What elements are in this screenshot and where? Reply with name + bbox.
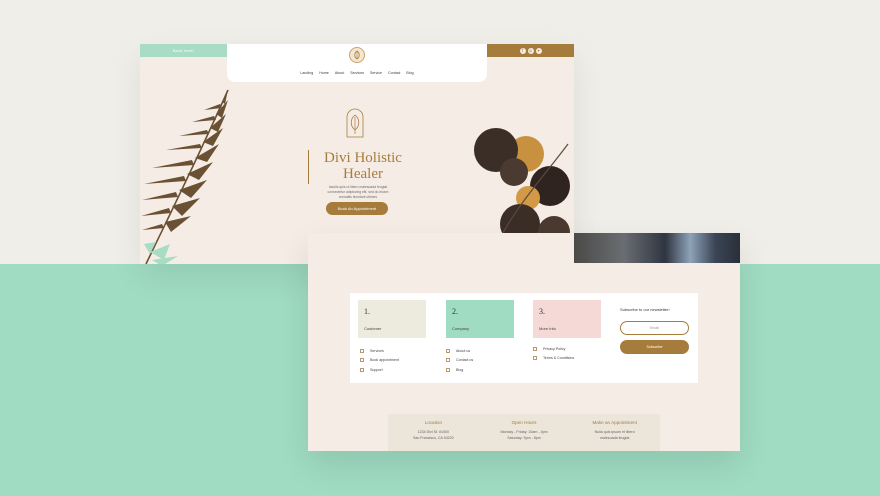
open-hours-column: Open Hours Monday - Friday: 10am - 4pm S… [479,414,570,451]
link-label: Book appointment [370,358,399,363]
info-heading[interactable]: Make an Appointment [569,420,660,425]
fern-illustration [141,89,229,264]
instagram-icon[interactable]: ◎ [527,47,534,54]
appointment-column: Make an Appointment Nulla quis ipsum et … [569,414,660,451]
customer-links: Services Book appointment Support [360,346,399,375]
nav-item-services[interactable]: Services [350,71,364,75]
info-line: Saturday: 9pm - 8pm [507,435,541,440]
book-appointment-button[interactable]: Book An Appointment [326,202,388,215]
link-label: Privacy Policy [543,346,566,351]
nav-item-home[interactable]: Home [319,71,329,75]
footer-panel: 1. Customer Services Book appointment Su… [350,293,698,383]
link-label: Support [370,367,383,372]
book-here-link[interactable]: Book here! [173,48,194,53]
link-privacy-policy[interactable]: Privacy Policy [533,344,574,354]
nav-item-about[interactable]: About [335,71,344,75]
link-services[interactable]: Services [360,346,399,356]
more-info-box: 3. More Info [533,300,601,338]
checkbox-icon [360,348,364,353]
link-blog[interactable]: Blog [446,365,473,375]
twitter-icon[interactable]: ✦ [535,47,542,54]
info-line: San Francisco, CA 94220 [412,435,454,440]
crystals-image-strip [574,233,740,263]
info-heading: Open Hours [511,420,537,425]
company-links: About us Contact us Blog [446,346,473,375]
info-bar: Location 1234 Divi St. #1000 San Francis… [388,414,660,451]
checkbox-icon [360,358,364,363]
checkbox-icon [446,367,450,372]
navigation-header: Landing Home About Services Service Cont… [227,44,487,82]
subscribe-label: Subscribe [646,345,663,349]
column-label: More Info [539,326,556,331]
hero-title-line-2: Healer [343,166,383,182]
column-number: 1. [364,307,370,316]
column-number: 3. [539,307,545,316]
link-label: About us [456,348,471,353]
social-bar: f ◎ ✦ [487,44,574,57]
checkbox-icon [533,346,537,351]
site-logo[interactable] [349,47,365,63]
email-placeholder: Email [650,326,659,330]
checkbox-icon [446,348,450,353]
hero-description: Iaculis quis ut libero malesuada feugiat… [298,185,418,200]
hero-page-preview: Book here! f ◎ ✦ Landing Home About Serv… [140,44,574,264]
checkbox-icon [360,367,364,372]
hero-logo-icon [346,108,364,138]
nav-item-contact[interactable]: Contact [388,71,400,75]
newsletter-title: Subscribe to our newsletter! [620,307,670,312]
nav-item-blog[interactable]: Blog [406,71,413,75]
hero-text-line-3: convallis tincidunt ultrices [338,195,378,199]
nav-item-service[interactable]: Service [370,71,382,75]
hero-title-line-1: Divi Holistic [324,150,402,166]
main-nav: Landing Home About Services Service Cont… [227,71,487,75]
location-column: Location 1234 Divi St. #1000 San Francis… [388,414,479,451]
info-heading: Location [424,420,443,425]
column-number: 2. [452,307,458,316]
customer-box: 1. Customer [358,300,426,338]
link-support[interactable]: Support [360,365,399,375]
link-about-us[interactable]: About us [446,346,473,356]
checkbox-icon [446,358,450,363]
leaf-logo-icon [354,50,360,60]
link-label: Blog [456,367,464,372]
info-line: malesuada feugiat [599,435,630,440]
company-box: 2. Company [446,300,514,338]
facebook-icon[interactable]: f [519,47,526,54]
more-info-links: Privacy Policy Terms & Conditions [533,344,574,363]
email-field[interactable]: Email [620,321,689,335]
column-label: Company [452,326,470,331]
column-label: Customer [364,326,382,331]
book-here-bar[interactable]: Book here! [140,44,227,57]
checkbox-icon [533,356,537,361]
link-terms-conditions[interactable]: Terms & Conditions [533,354,574,364]
link-book-appointment[interactable]: Book appointment [360,356,399,366]
link-label: Terms & Conditions [543,356,575,361]
link-contact-us[interactable]: Contact us [446,356,473,366]
nav-item-landing[interactable]: Landing [300,71,313,75]
footer-page-preview: 1. Customer Services Book appointment Su… [308,233,740,451]
hero-title: Divi Holistic Healer [308,150,418,182]
subscribe-button[interactable]: Subscribe [620,340,689,354]
link-label: Services [370,348,384,353]
link-label: Contact us [456,358,474,363]
